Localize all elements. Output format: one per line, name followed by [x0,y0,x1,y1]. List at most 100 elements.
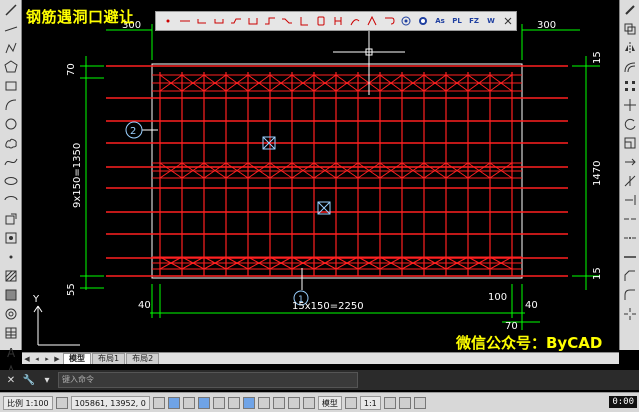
qp-icon[interactable] [287,396,300,409]
workspace-gear-icon[interactable] [383,396,396,409]
snap-icon[interactable] [152,396,165,409]
wrench-icon[interactable]: 🔧 [22,373,36,387]
command-input[interactable]: 键入命令 [58,372,358,388]
sign-icon[interactable] [364,13,380,29]
close-command-icon[interactable]: ✕ [4,373,18,387]
insert-block-icon[interactable] [3,211,19,227]
region-icon[interactable] [3,306,19,322]
command-history-icon[interactable]: ▾ [40,373,54,387]
hook-both-icon[interactable] [211,13,227,29]
ellipse-icon[interactable] [3,173,19,189]
pl-button[interactable]: PL [449,13,465,29]
title-overlay: 钢筋遇洞口避让 [26,8,135,26]
w-button[interactable]: W [483,13,499,29]
polygon-icon[interactable] [3,59,19,75]
break-icon[interactable] [622,230,638,246]
bar-u-icon[interactable] [245,13,261,29]
osnap-icon[interactable] [197,396,210,409]
tab-layout1[interactable]: 布局1 [92,353,126,364]
close-toolbar-icon[interactable] [500,13,516,29]
offset-icon[interactable] [622,59,638,75]
bar-l-icon[interactable] [296,13,312,29]
rectangle-icon[interactable] [3,78,19,94]
dim-top-right: 300 [537,20,556,31]
tab-layout2[interactable]: 布局2 [126,353,160,364]
mtext-icon[interactable]: A [3,344,19,360]
status-bar: 比例 1:100 105861, 13952, 0 模型 1:1 [0,392,639,412]
move-icon[interactable] [622,97,638,113]
extend-icon[interactable] [622,192,638,208]
ducs-icon[interactable] [227,396,240,409]
dim-bottom-40-left: 40 [138,300,151,311]
bar-step-icon[interactable] [262,13,278,29]
erase-icon[interactable] [622,2,638,18]
rebar-hook-icon[interactable] [381,13,397,29]
array-icon[interactable] [622,78,638,94]
fillet-icon[interactable] [622,287,638,303]
annotation-scale-field[interactable]: 1:1 [359,395,381,410]
tpy-icon[interactable] [272,396,285,409]
maximize-viewport-icon[interactable] [344,396,357,409]
dim-left-55: 55 [66,283,77,296]
tab-next-icon[interactable]: ▸ [42,353,52,364]
tie-icon[interactable] [330,13,346,29]
brand-overlay: 微信公众号：ByCAD [456,334,603,352]
dim-right-15-bottom: 15 [592,267,603,280]
construction-line-icon[interactable] [3,21,19,37]
gradient-icon[interactable] [3,287,19,303]
ucs-icon [33,305,80,346]
lock-icon[interactable] [398,396,411,409]
as-button[interactable]: As [432,13,448,29]
ellipse-arc-icon[interactable] [3,192,19,208]
dim-right-1470: 1470 [592,161,603,186]
bar-crank-icon[interactable] [279,13,295,29]
lwt-icon[interactable] [257,396,270,409]
break-point-icon[interactable] [622,211,638,227]
line-segment-icon[interactable] [177,13,193,29]
table-icon[interactable] [3,325,19,341]
pattern-icon[interactable] [415,13,431,29]
point-icon[interactable] [3,249,19,265]
polar-icon[interactable] [182,396,195,409]
target-icon[interactable] [398,13,414,29]
dim-bottom-40-right: 40 [525,300,538,311]
rotate-icon[interactable] [622,116,638,132]
dyn-icon[interactable] [242,396,255,409]
fz-button[interactable]: FZ [466,13,482,29]
arc-icon[interactable] [3,97,19,113]
chamfer-icon[interactable] [622,268,638,284]
scale-icon[interactable] [622,135,638,151]
stretch-icon[interactable] [622,154,638,170]
copy-icon[interactable] [622,21,638,37]
explode-icon[interactable] [622,306,638,322]
dot-icon[interactable] [160,13,176,29]
fullscreen-icon[interactable] [413,396,426,409]
make-block-icon[interactable] [3,230,19,246]
tab-last-icon[interactable]: ▶ [52,353,62,364]
circle-icon[interactable] [3,116,19,132]
bent-bar-icon[interactable] [228,13,244,29]
hook-left-icon[interactable] [194,13,210,29]
trim-icon[interactable] [622,173,638,189]
mirror-icon[interactable] [622,40,638,56]
polyline-icon[interactable] [3,40,19,56]
drawing-canvas[interactable]: 2 1 300 300 70 9x150=1350 55 15 1470 15 … [22,0,619,352]
revision-cloud-icon[interactable] [3,135,19,151]
bubble-2-text: 2 [130,126,136,137]
spline-icon[interactable] [3,154,19,170]
grid-icon[interactable] [55,396,68,409]
tab-prev-icon[interactable]: ◂ [32,353,42,364]
tab-model[interactable]: 模型 [63,353,91,364]
model-space-label[interactable]: 模型 [317,395,342,410]
left-draw-palette: A [0,0,22,377]
spiral-icon[interactable] [347,13,363,29]
join-icon[interactable] [622,249,638,265]
tab-first-icon[interactable]: ◀ [22,353,32,364]
sc-icon[interactable] [302,396,315,409]
hatch-icon[interactable] [3,268,19,284]
scale-field[interactable]: 比例 1:100 [3,395,53,410]
line-tool-icon[interactable] [3,2,19,18]
ortho-icon[interactable] [167,396,180,409]
otrack-icon[interactable] [212,396,225,409]
stirrup-icon[interactable] [313,13,329,29]
